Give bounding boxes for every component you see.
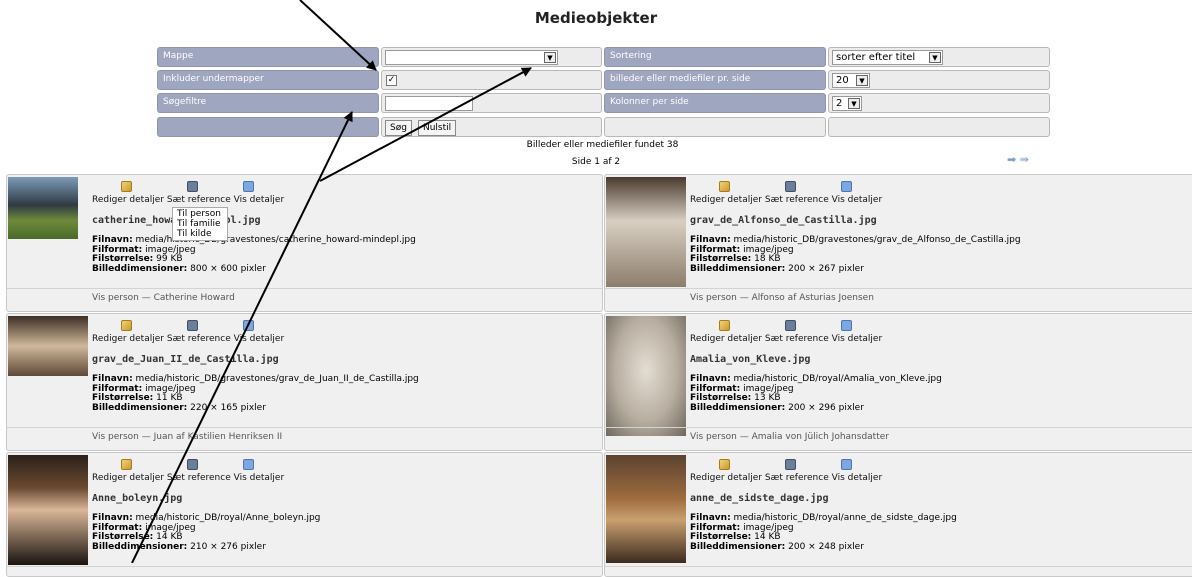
separator: [605, 566, 1192, 567]
arrow-to-checkbox: [299, 0, 377, 71]
arrow-to-folder-select: [319, 67, 532, 182]
arrow-to-search-filter: [131, 111, 353, 563]
annotation-arrows: [131, 0, 532, 563]
separator: [7, 566, 602, 567]
